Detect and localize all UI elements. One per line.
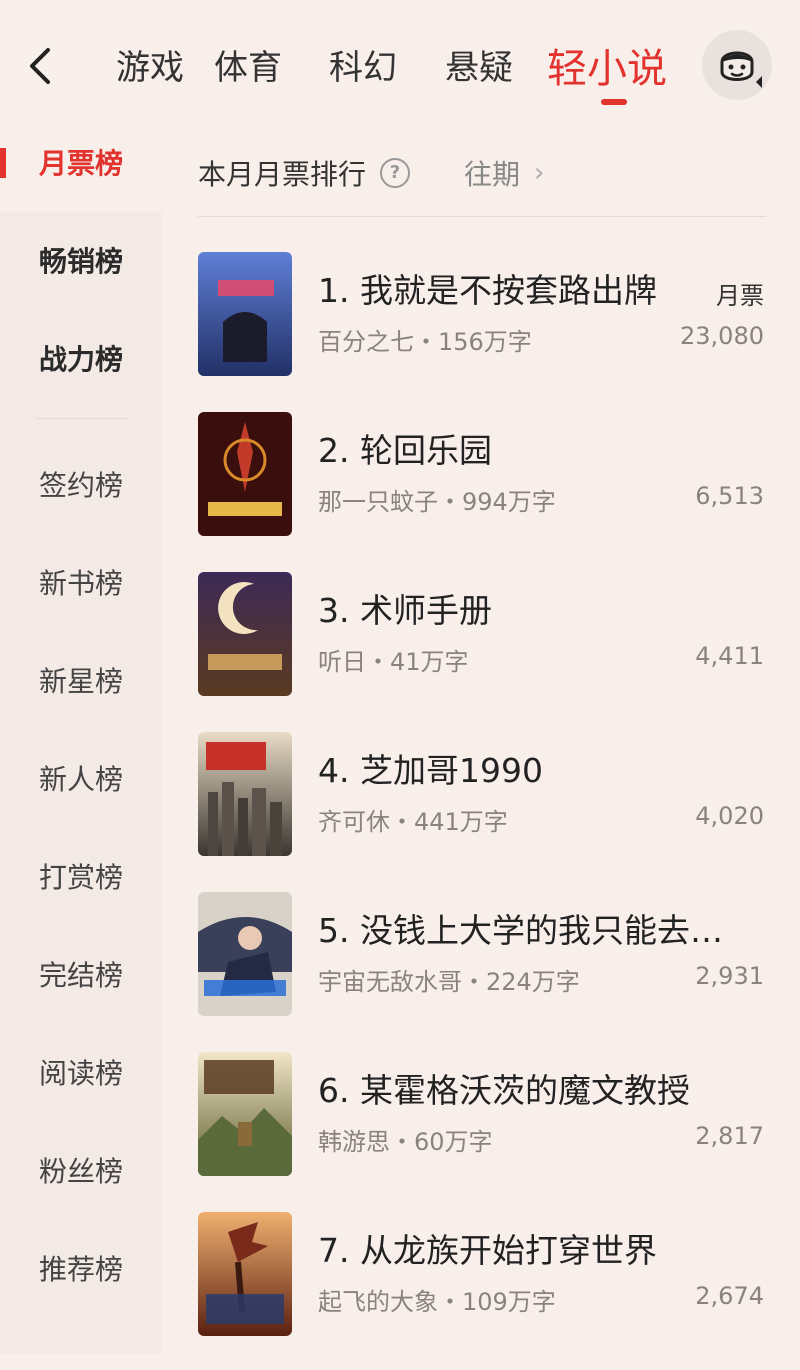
book-item[interactable]: 5. 没钱上大学的我只能去… 宇宙无敌水哥・224万字 2,931 bbox=[198, 890, 764, 1050]
sidebar-item-fans[interactable]: 粉丝榜 bbox=[0, 1150, 162, 1190]
book-cover bbox=[198, 892, 292, 1016]
book-title: 4. 芝加哥1990 bbox=[318, 751, 543, 790]
book-cover bbox=[198, 732, 292, 856]
book-meta: 起飞的大象・109万字 bbox=[318, 1288, 556, 1316]
sidebar-item-signed[interactable]: 签约榜 bbox=[0, 464, 162, 504]
vote-count: 2,817 bbox=[695, 1122, 764, 1150]
book-cover bbox=[198, 1212, 292, 1336]
tab-game[interactable]: 游戏 bbox=[116, 40, 184, 89]
sidebar-item-new-books[interactable]: 新书榜 bbox=[0, 562, 162, 602]
divider bbox=[198, 216, 766, 217]
vote-count: 23,080 bbox=[680, 322, 764, 350]
book-title: 7. 从龙族开始打穿世界 bbox=[318, 1231, 657, 1270]
book-title: 3. 术师手册 bbox=[318, 591, 492, 630]
sidebar-item-completed[interactable]: 完结榜 bbox=[0, 954, 162, 994]
vote-count: 6,513 bbox=[695, 482, 764, 510]
book-item[interactable]: 2. 轮回乐园 那一只蚊子・994万字 6,513 bbox=[198, 410, 764, 570]
sidebar-item-reading[interactable]: 阅读榜 bbox=[0, 1052, 162, 1092]
book-meta: 百分之七・156万字 bbox=[318, 328, 532, 356]
user-face-icon bbox=[720, 51, 762, 88]
book-title: 5. 没钱上大学的我只能去… bbox=[318, 911, 723, 950]
vote-count: 4,020 bbox=[695, 802, 764, 830]
chevron-right-icon: › bbox=[534, 158, 545, 188]
top-bar: 游戏 体育 科幻 悬疑 轻小说 bbox=[0, 0, 800, 130]
book-meta: 韩游思・60万字 bbox=[318, 1128, 493, 1156]
sidebar-item-newcomer[interactable]: 新人榜 bbox=[0, 758, 162, 798]
category-tabs: 游戏 体育 科幻 悬疑 轻小说 bbox=[100, 0, 690, 130]
history-label: 往期 bbox=[464, 158, 521, 191]
back-button[interactable] bbox=[22, 44, 62, 88]
vote-count: 2,674 bbox=[695, 1282, 764, 1310]
sidebar-item-power[interactable]: 战力榜 bbox=[0, 338, 162, 378]
book-item[interactable]: 4. 芝加哥1990 齐可休・441万字 4,020 bbox=[198, 730, 764, 890]
book-meta: 那一只蚊子・994万字 bbox=[318, 488, 556, 516]
history-link[interactable]: 往期 › bbox=[464, 148, 544, 198]
tab-sports[interactable]: 体育 bbox=[214, 40, 282, 89]
sidebar-item-new-star[interactable]: 新星榜 bbox=[0, 660, 162, 700]
vote-count: 2,931 bbox=[695, 962, 764, 990]
book-meta: 宇宙无敌水哥・224万字 bbox=[318, 968, 580, 996]
active-tab-indicator bbox=[601, 99, 627, 105]
sidebar-item-monthly-votes[interactable]: 月票榜 bbox=[0, 142, 162, 182]
book-meta: 齐可休・441万字 bbox=[318, 808, 508, 836]
back-arrow-icon bbox=[30, 48, 50, 84]
book-meta: 听日・41万字 bbox=[318, 648, 469, 676]
vote-count: 4,411 bbox=[695, 642, 764, 670]
rank-sidebar: 月票榜 畅销榜 战力榜 签约榜 新书榜 新星榜 新人榜 打赏榜 完结榜 阅读榜 … bbox=[0, 130, 162, 1354]
book-item[interactable]: 1. 我就是不按套路出牌 月票 百分之七・156万字 23,080 bbox=[198, 250, 764, 410]
vote-label: 月票 bbox=[716, 282, 764, 310]
tab-scifi[interactable]: 科幻 bbox=[329, 40, 397, 89]
book-cover bbox=[198, 412, 292, 536]
ranking-subtitle: 本月月票排行 ? bbox=[198, 148, 411, 198]
book-item[interactable]: 3. 术师手册 听日・41万字 4,411 bbox=[198, 570, 764, 730]
book-item[interactable]: 7. 从龙族开始打穿世界 起飞的大象・109万字 2,674 bbox=[198, 1210, 764, 1370]
book-title: 6. 某霍格沃茨的魔文教授 bbox=[318, 1071, 690, 1110]
tab-suspense[interactable]: 悬疑 bbox=[445, 40, 513, 89]
book-title: 1. 我就是不按套路出牌 bbox=[318, 271, 657, 310]
sidebar-item-bestseller[interactable]: 畅销榜 bbox=[0, 240, 162, 280]
subtitle-text: 本月月票排行 bbox=[198, 158, 367, 191]
sidebar-item-tips[interactable]: 打赏榜 bbox=[0, 856, 162, 896]
rank-content: 本月月票排行 ? 往期 › 1. 我就是不按套路出牌 月票 百分之七・156万字… bbox=[162, 130, 800, 1354]
book-cover bbox=[198, 1052, 292, 1176]
sidebar-divider bbox=[36, 418, 128, 419]
avatar[interactable] bbox=[702, 30, 772, 100]
tab-light-novel[interactable]: 轻小说 bbox=[547, 36, 667, 94]
help-icon[interactable]: ? bbox=[380, 158, 411, 188]
book-item[interactable]: 6. 某霍格沃茨的魔文教授 韩游思・60万字 2,817 bbox=[198, 1050, 764, 1210]
book-cover bbox=[198, 572, 292, 696]
book-rank-list: 1. 我就是不按套路出牌 月票 百分之七・156万字 23,080 2. 轮回乐… bbox=[198, 250, 764, 1370]
sidebar-item-recommended[interactable]: 推荐榜 bbox=[0, 1248, 162, 1288]
book-cover bbox=[198, 252, 292, 376]
book-title: 2. 轮回乐园 bbox=[318, 431, 492, 470]
